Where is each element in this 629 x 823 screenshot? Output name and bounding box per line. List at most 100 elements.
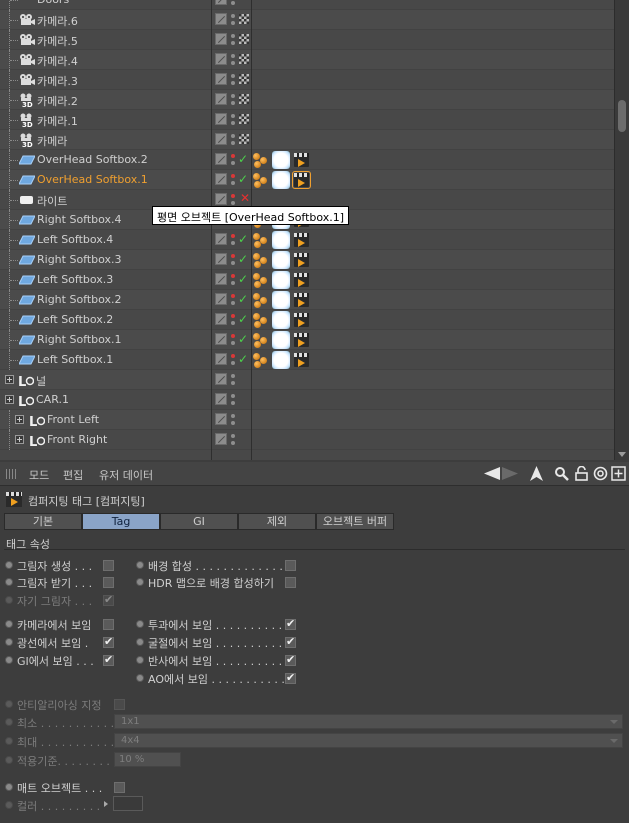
compositing-tag-icon[interactable] — [294, 153, 309, 167]
target-icon[interactable] — [593, 466, 608, 481]
menu-user-data[interactable]: 유저 데이터 — [99, 467, 153, 483]
object-row[interactable]: Left Softbox.4 ✓ — [0, 230, 614, 250]
enabled-check-icon[interactable]: ✓ — [238, 172, 248, 186]
phong-tag-icon[interactable] — [253, 312, 269, 328]
param-checkbox[interactable] — [285, 653, 296, 666]
animation-radio[interactable] — [136, 638, 144, 646]
object-name[interactable]: Left Softbox.3 — [37, 273, 113, 286]
visibility-dots-icon[interactable] — [230, 393, 236, 407]
enabled-check-icon[interactable]: ✓ — [238, 332, 248, 346]
layer-toggle-icon[interactable] — [215, 53, 227, 65]
param-checkbox[interactable] — [103, 593, 114, 606]
object-row[interactable]: OverHead Softbox.2 ✓ — [0, 150, 614, 170]
animation-radio[interactable] — [5, 620, 13, 628]
object-name[interactable]: Left Softbox.2 — [37, 313, 113, 326]
enabled-check-icon[interactable]: ✓ — [238, 292, 248, 306]
object-name[interactable]: Doors — [37, 0, 69, 6]
expand-toggle-icon[interactable] — [5, 395, 14, 404]
object-row[interactable]: 3D 카메라.1 — [0, 110, 614, 130]
enabled-check-icon[interactable]: ✓ — [238, 272, 248, 286]
object-name[interactable]: Left Softbox.4 — [37, 233, 113, 246]
phong-tag-icon[interactable] — [253, 272, 269, 288]
object-name[interactable]: 라이트 — [37, 193, 67, 209]
material-tag-icon[interactable] — [272, 291, 290, 309]
compositing-tag-icon[interactable] — [294, 333, 309, 347]
object-row[interactable]: OverHead Softbox.1 ✓ — [0, 170, 614, 190]
object-name[interactable]: 카메라.2 — [37, 93, 78, 109]
layer-toggle-icon[interactable] — [215, 33, 227, 45]
render-toggle-icon[interactable] — [239, 54, 249, 64]
cursor-icon[interactable] — [529, 466, 544, 481]
param-checkbox[interactable] — [103, 577, 114, 588]
phong-tag-icon[interactable] — [253, 232, 269, 248]
scroll-down-arrow-icon[interactable] — [618, 452, 626, 457]
visibility-dots-icon[interactable] — [230, 113, 236, 127]
object-row[interactable]: 3D 카메라.2 — [0, 90, 614, 110]
animation-radio[interactable] — [5, 756, 13, 764]
animation-radio[interactable] — [5, 578, 13, 586]
menu-edit[interactable]: 편집 — [63, 467, 83, 483]
visibility-dots-icon[interactable] — [230, 93, 236, 107]
layer-toggle-icon[interactable] — [215, 413, 227, 425]
animation-radio[interactable] — [136, 578, 144, 586]
layer-toggle-icon[interactable] — [215, 193, 227, 205]
object-name[interactable]: 카메라.3 — [37, 73, 78, 89]
disabled-x-icon[interactable]: ✕ — [240, 191, 250, 205]
object-name[interactable]: OverHead Softbox.1 — [37, 173, 148, 186]
object-row[interactable]: L Front Left — [0, 410, 614, 430]
visibility-dots-icon[interactable] — [230, 313, 236, 327]
visibility-dots-icon[interactable] — [230, 273, 236, 287]
visibility-dots-icon[interactable] — [230, 293, 236, 307]
object-row[interactable]: 카메라.3 — [0, 70, 614, 90]
animation-radio[interactable] — [5, 718, 13, 726]
visibility-dots-icon[interactable] — [230, 0, 236, 7]
animation-radio[interactable] — [136, 561, 144, 569]
object-name[interactable]: Right Softbox.3 — [37, 253, 122, 266]
phong-tag-icon[interactable] — [253, 152, 269, 168]
render-toggle-icon[interactable] — [239, 94, 249, 104]
layer-toggle-icon[interactable] — [215, 393, 227, 405]
animation-radio[interactable] — [5, 561, 13, 569]
enabled-check-icon[interactable]: ✓ — [238, 152, 248, 166]
phong-tag-icon[interactable] — [253, 252, 269, 268]
scrollbar-thumb[interactable] — [618, 100, 626, 132]
param-checkbox[interactable] — [285, 635, 296, 648]
layer-toggle-icon[interactable] — [215, 253, 227, 265]
visibility-dots-icon[interactable] — [230, 373, 236, 387]
antialias-checkbox[interactable] — [114, 699, 125, 710]
new-panel-icon[interactable] — [611, 466, 626, 481]
object-row[interactable]: Right Softbox.2 ✓ — [0, 290, 614, 310]
visibility-dots-icon[interactable] — [230, 153, 236, 167]
object-row[interactable]: 카메라.5 — [0, 30, 614, 50]
compositing-tag-icon[interactable] — [294, 353, 309, 367]
visibility-dots-icon[interactable] — [230, 173, 236, 187]
object-row[interactable]: L널 — [0, 370, 614, 390]
animation-radio[interactable] — [136, 674, 144, 682]
back-arrow-icon[interactable] — [484, 466, 518, 481]
object-name[interactable]: 카메라 — [37, 133, 67, 149]
visibility-dots-icon[interactable] — [230, 233, 236, 247]
visibility-dots-icon[interactable] — [230, 193, 236, 207]
layer-toggle-icon[interactable] — [215, 93, 227, 105]
tab-basic[interactable]: 기본 — [4, 513, 82, 530]
search-icon[interactable] — [554, 466, 569, 481]
param-checkbox[interactable] — [285, 560, 296, 571]
object-name[interactable]: 카메라.1 — [37, 113, 78, 129]
object-name[interactable]: Right Softbox.4 — [37, 213, 122, 226]
phong-tag-icon[interactable] — [253, 292, 269, 308]
animation-radio[interactable] — [5, 801, 13, 809]
object-name[interactable]: Front Right — [47, 433, 107, 446]
compositing-tag-icon[interactable] — [292, 171, 311, 189]
tab-object-buffer[interactable]: 오브젝트 버퍼 — [316, 513, 394, 530]
object-row[interactable]: Left Softbox.3 ✓ — [0, 270, 614, 290]
param-checkbox[interactable] — [285, 671, 296, 684]
visibility-dots-icon[interactable] — [230, 333, 236, 347]
expand-toggle-icon[interactable] — [15, 435, 24, 444]
param-checkbox[interactable] — [103, 635, 114, 648]
expand-arrow-icon[interactable] — [104, 801, 108, 807]
phong-tag-icon[interactable] — [253, 172, 269, 188]
lock-icon[interactable] — [574, 466, 589, 481]
layer-toggle-icon[interactable] — [215, 293, 227, 305]
layer-toggle-icon[interactable] — [215, 13, 227, 25]
material-tag-icon[interactable] — [272, 231, 290, 249]
